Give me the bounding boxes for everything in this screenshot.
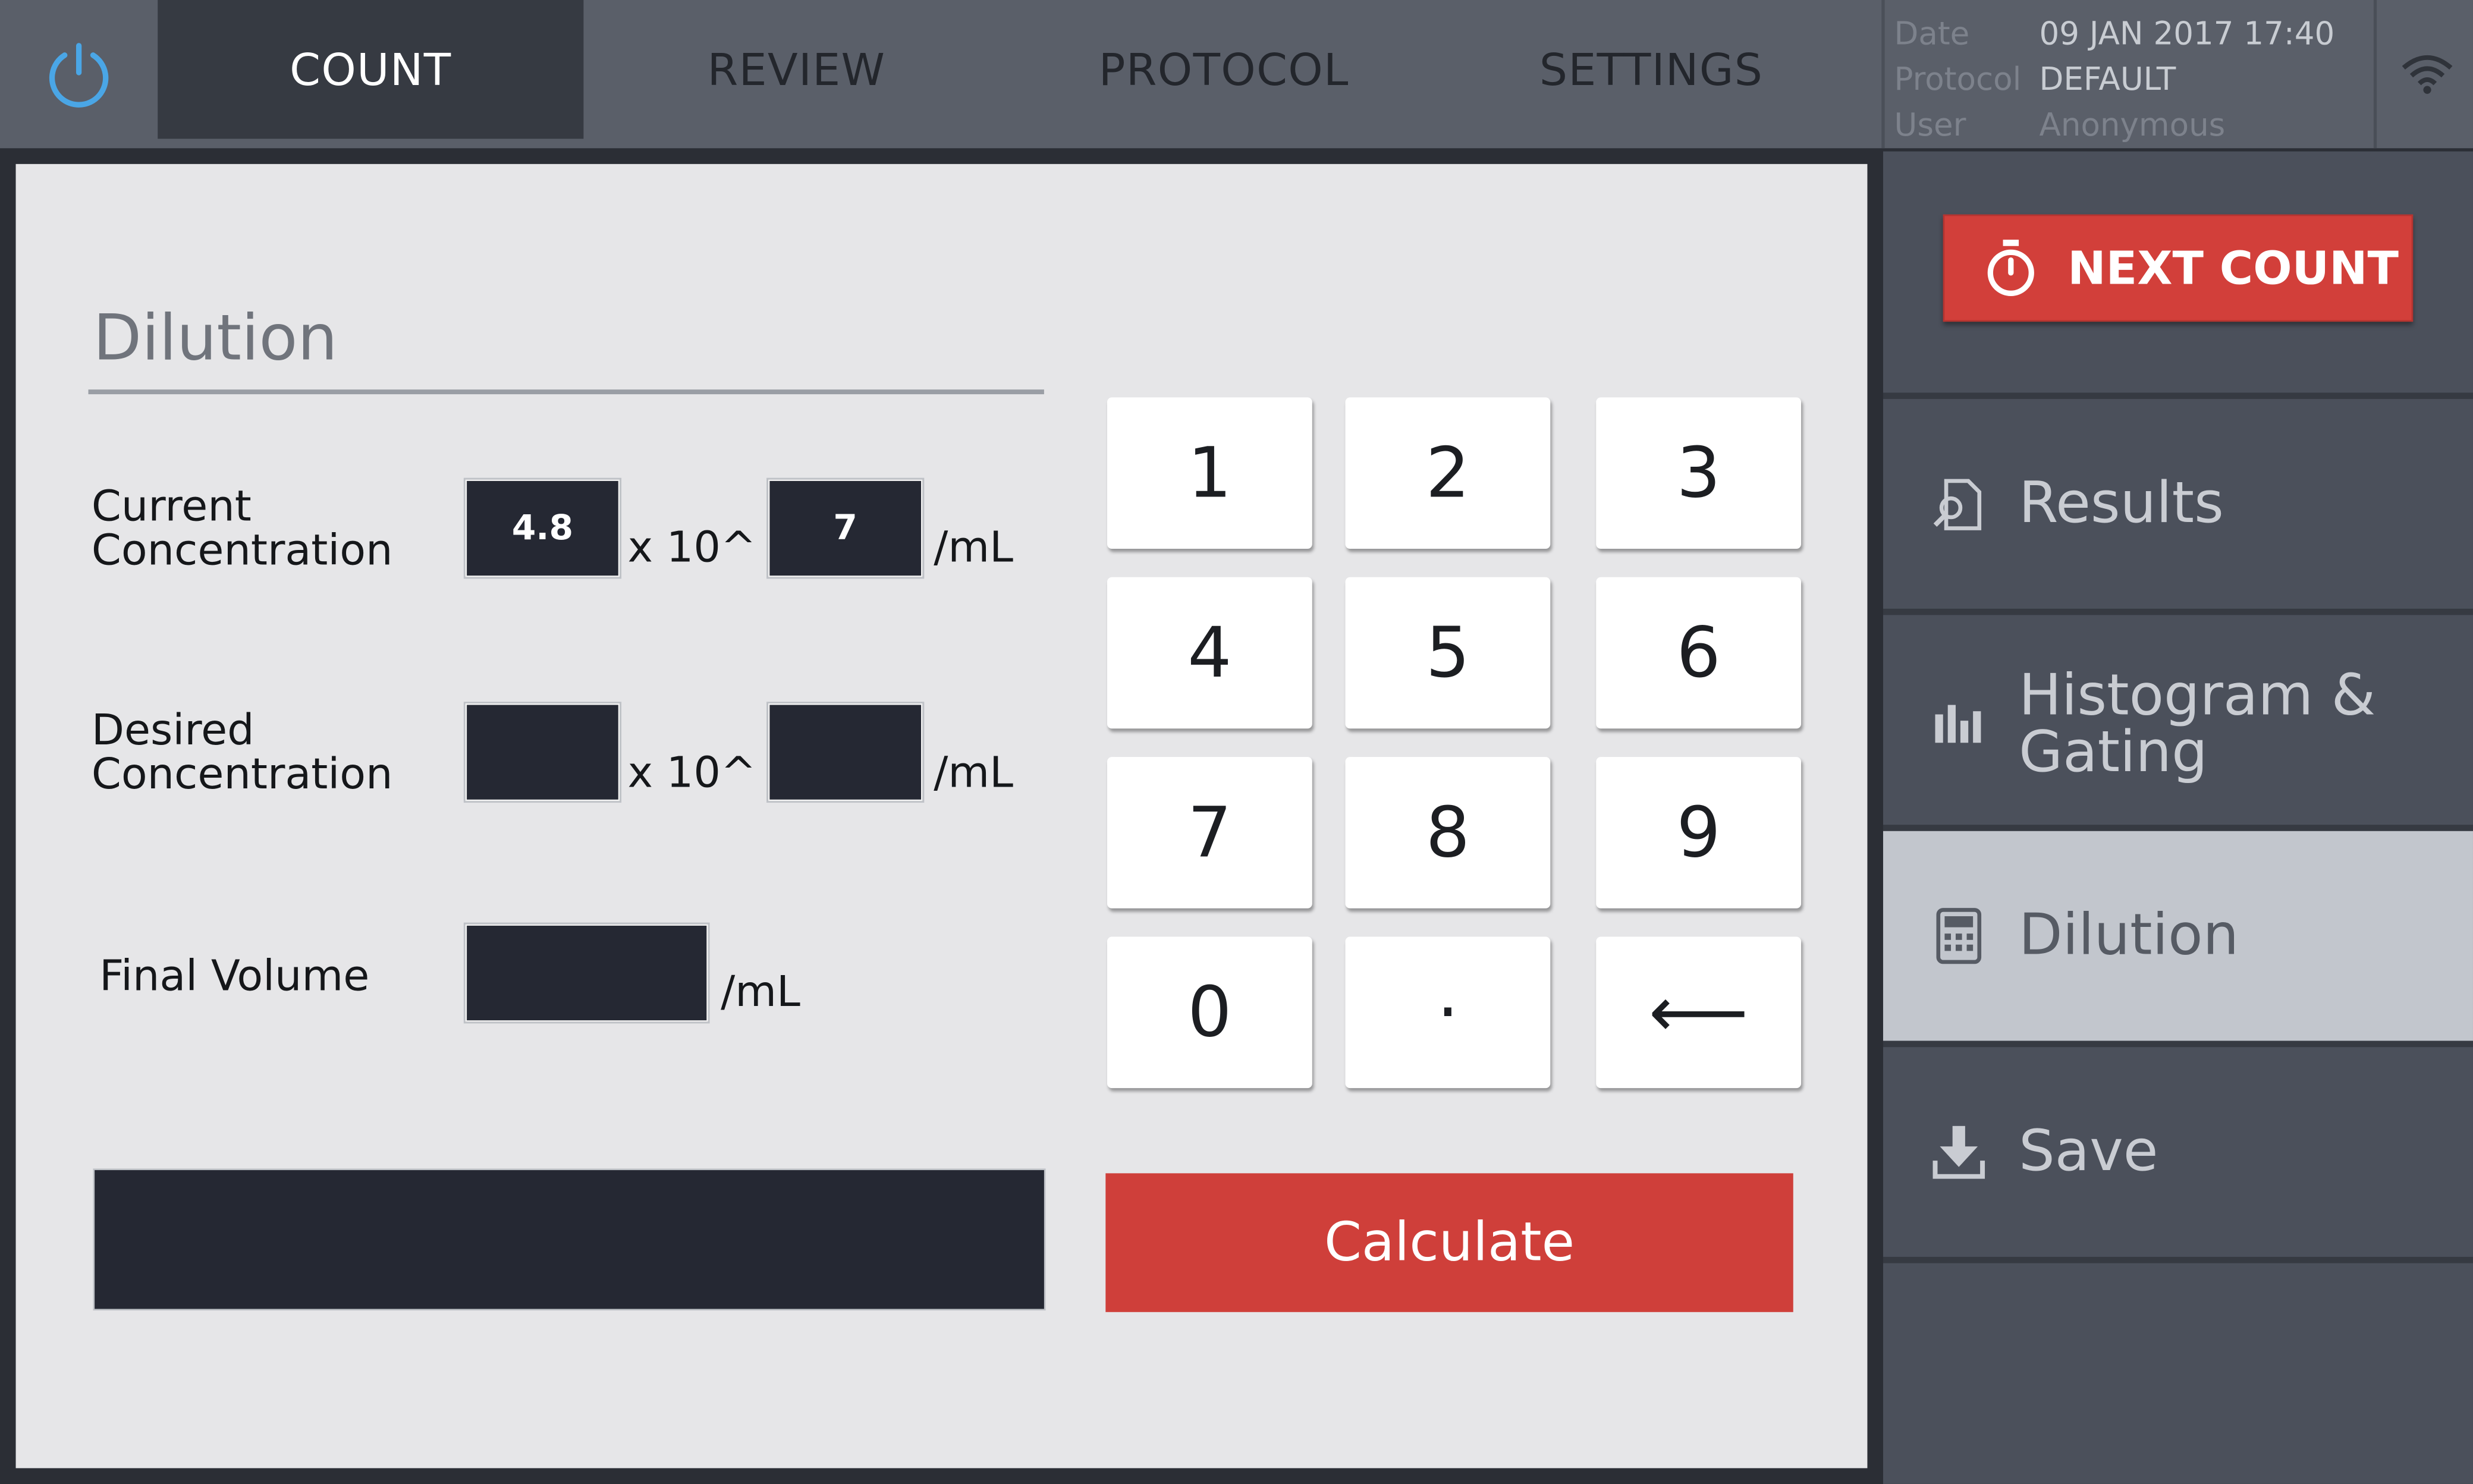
tab-count[interactable]: COUNT — [158, 0, 584, 139]
current-concentration-label: Current Concentration — [91, 482, 393, 576]
final-volume-label: Final Volume — [99, 952, 370, 1002]
title-divider — [88, 389, 1044, 395]
sidebar-item-label: Dilution — [2019, 903, 2239, 968]
sidebar-divider — [1883, 1256, 2473, 1263]
protocol-value: DEFAULT — [2039, 59, 2176, 98]
current-mantissa-input[interactable]: 4.8 — [465, 479, 620, 577]
key-backspace[interactable]: ⟵ — [1596, 936, 1802, 1089]
key-5[interactable]: 5 — [1345, 577, 1551, 729]
next-count-label: NEXT COUNT — [2067, 241, 2399, 295]
key-decimal[interactable]: · — [1345, 936, 1551, 1089]
calculate-button[interactable]: Calculate — [1105, 1173, 1793, 1312]
desired-label-line2: Concentration — [91, 750, 393, 800]
key-4[interactable]: 4 — [1107, 577, 1312, 729]
histogram-label-line2: Gating — [2019, 721, 2208, 785]
key-2[interactable]: 2 — [1345, 397, 1551, 549]
desired-mantissa-input[interactable] — [465, 703, 620, 801]
status-panel: Date 09 JAN 2017 17:40 Protocol DEFAULT … — [1881, 0, 2377, 149]
dilution-panel: Dilution Current Concentration 4.8 x 10^… — [15, 164, 1868, 1469]
sidebar-item-save[interactable]: Save — [1883, 1047, 2473, 1257]
sidebar-item-label: Save — [2019, 1118, 2158, 1184]
sidebar-item-dilution[interactable]: Dilution — [1883, 831, 2473, 1041]
tab-review[interactable]: REVIEW — [583, 0, 1009, 139]
power-icon — [49, 43, 109, 108]
user-value: Anonymous — [2039, 105, 2226, 144]
sidebar-item-results[interactable]: Results — [1883, 399, 2473, 609]
date-value: 09 JAN 2017 17:40 — [2039, 14, 2335, 52]
current-exponent-input[interactable]: 7 — [768, 479, 923, 577]
key-1[interactable]: 1 — [1107, 397, 1312, 549]
key-9[interactable]: 9 — [1596, 757, 1802, 908]
tab-protocol[interactable]: PROTOCOL — [1010, 0, 1438, 139]
current-label-line1: Current — [91, 482, 252, 532]
status-date-row: Date 09 JAN 2017 17:40 — [1894, 10, 2335, 57]
histogram-label-line1: Histogram & — [2019, 664, 2376, 729]
key-0[interactable]: 0 — [1107, 936, 1312, 1089]
final-volume-unit: /mL — [721, 968, 800, 1017]
sidebar-divider — [1883, 1040, 2473, 1048]
power-button[interactable] — [0, 0, 158, 148]
status-user-row: User Anonymous — [1894, 101, 2226, 149]
status-protocol-row: Protocol DEFAULT — [1894, 55, 2176, 103]
sidebar-item-label: Results — [2019, 470, 2224, 536]
current-unit: /mL — [934, 523, 1014, 573]
app-screen: COUNT REVIEW PROTOCOL SETTINGS Date 09 J… — [0, 0, 2473, 1484]
date-label: Date — [1894, 14, 1970, 52]
results-icon — [1931, 476, 1987, 532]
key-3[interactable]: 3 — [1596, 397, 1802, 549]
desired-exponent-input[interactable] — [768, 703, 923, 801]
desired-unit: /mL — [934, 749, 1014, 798]
sidebar-item-label: Histogram & Gating — [2019, 664, 2376, 785]
current-multiplier: x 10^ — [627, 523, 756, 573]
key-6[interactable]: 6 — [1596, 577, 1802, 729]
key-8[interactable]: 8 — [1345, 757, 1551, 908]
sidebar-divider — [1883, 608, 2473, 615]
desired-concentration-label: Desired Concentration — [91, 706, 393, 800]
wifi-icon — [2401, 55, 2452, 94]
protocol-label: Protocol — [1894, 59, 2022, 98]
top-bar: COUNT REVIEW PROTOCOL SETTINGS Date 09 J… — [0, 0, 2473, 149]
sidebar-divider — [1883, 392, 2473, 400]
stopwatch-icon — [1982, 238, 2039, 298]
wifi-status[interactable] — [2373, 0, 2473, 149]
sidebar-divider — [1883, 825, 2473, 831]
final-volume-input[interactable] — [465, 924, 708, 1022]
tab-settings[interactable]: SETTINGS — [1438, 0, 1864, 139]
page-title: Dilution — [93, 303, 338, 376]
result-display — [95, 1170, 1044, 1309]
current-label-line2: Concentration — [91, 526, 393, 576]
next-count-button[interactable]: NEXT COUNT — [1943, 214, 2414, 322]
desired-label-line1: Desired — [91, 706, 254, 756]
desired-multiplier: x 10^ — [627, 749, 756, 798]
key-7[interactable]: 7 — [1107, 757, 1312, 908]
sidebar-item-histogram[interactable]: Histogram & Gating — [1883, 615, 2473, 825]
download-icon — [1931, 1122, 1987, 1182]
histogram-icon — [1931, 691, 1987, 748]
calculator-icon — [1931, 906, 1987, 966]
sidebar: NEXT COUNT Results Histogram & Gating Di… — [1883, 151, 2473, 1484]
user-label: User — [1894, 105, 1966, 144]
